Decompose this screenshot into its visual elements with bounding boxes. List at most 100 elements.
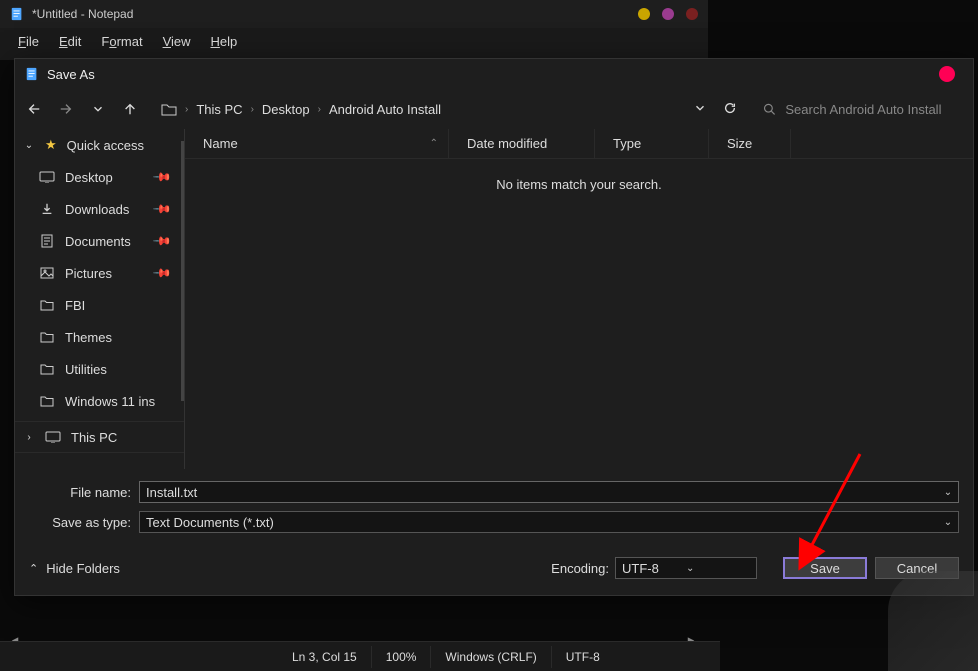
folder-icon <box>39 395 55 407</box>
save-type-value[interactable] <box>140 515 938 530</box>
folder-icon <box>39 331 55 343</box>
sidebar-item-win11[interactable]: Windows 11 ins <box>15 385 184 417</box>
monitor-icon <box>45 431 61 443</box>
refresh-button[interactable] <box>723 101 737 118</box>
star-icon: ★ <box>45 137 57 153</box>
chevron-up-icon: ⌃ <box>29 562 38 575</box>
bc-current-folder[interactable]: Android Auto Install <box>329 102 441 117</box>
back-button[interactable] <box>25 100 43 118</box>
form-area: File name: ⌄ Save as type: ⌄ <box>15 469 973 535</box>
pin-icon: 📌 <box>152 231 172 251</box>
col-size[interactable]: Size <box>709 129 791 158</box>
encoding-select[interactable]: UTF-8 ⌄ <box>615 557 757 579</box>
sidebar-item-documents[interactable]: Documents 📌 <box>15 225 184 257</box>
minimize-button[interactable] <box>638 8 650 20</box>
status-bar: Ln 3, Col 15 100% Windows (CRLF) UTF-8 <box>0 641 720 671</box>
background-decoration <box>888 571 978 671</box>
menu-format[interactable]: Format <box>93 32 150 51</box>
menu-view[interactable]: View <box>155 32 199 51</box>
recent-dropdown[interactable] <box>89 100 107 118</box>
sidebar-item-label: Downloads <box>65 202 129 217</box>
sidebar-item-label: Desktop <box>65 170 113 185</box>
file-name-label: File name: <box>29 485 139 500</box>
sidebar-item-label: Utilities <box>65 362 107 377</box>
notepad-icon <box>25 66 39 82</box>
sidebar: ⌄ ★ Quick access Desktop 📌 Downloads 📌 D… <box>15 129 185 469</box>
save-as-dialog: Save As › This PC › Desktop › Android Au… <box>14 58 974 596</box>
dialog-close-button[interactable] <box>939 66 955 82</box>
sidebar-item-utilities[interactable]: Utilities <box>15 353 184 385</box>
zoom-level: 100% <box>372 646 432 668</box>
sidebar-item-label: Windows 11 ins <box>65 394 155 409</box>
menu-edit[interactable]: Edit <box>51 32 89 51</box>
chevron-down-icon[interactable]: ⌄ <box>938 517 958 528</box>
saveas-title: Save As <box>47 67 939 82</box>
up-button[interactable] <box>121 100 139 118</box>
sidebar-quick-access[interactable]: ⌄ ★ Quick access <box>15 129 184 161</box>
encoding-value: UTF-8 <box>622 561 686 576</box>
menu-help[interactable]: Help <box>203 32 246 51</box>
save-type-label: Save as type: <box>29 515 139 530</box>
sidebar-item-label: Quick access <box>67 138 144 153</box>
col-name[interactable]: Name⌃ <box>185 129 449 158</box>
forward-button[interactable] <box>57 100 75 118</box>
sort-indicator-icon: ⌃ <box>430 138 438 149</box>
button-row: ⌃ Hide Folders Encoding: UTF-8 ⌄ Save Ca… <box>15 539 973 579</box>
saveas-titlebar: Save As <box>15 59 973 89</box>
hide-folders-toggle[interactable]: ⌃ Hide Folders <box>29 561 120 576</box>
chevron-right-icon: › <box>318 104 321 115</box>
chevron-right-icon: › <box>23 432 35 443</box>
chevron-down-icon[interactable]: ⌄ <box>938 487 958 498</box>
notepad-icon <box>10 6 24 22</box>
col-type[interactable]: Type <box>595 129 709 158</box>
sidebar-item-label: Documents <box>65 234 131 249</box>
bc-desktop[interactable]: Desktop <box>262 102 310 117</box>
file-list-header: Name⌃ Date modified Type Size <box>185 129 973 159</box>
maximize-button[interactable] <box>662 8 674 20</box>
notepad-menubar: File Edit Format View Help <box>0 28 708 55</box>
search-box[interactable] <box>753 94 963 124</box>
file-name-input[interactable] <box>140 485 938 500</box>
folder-icon <box>161 102 177 116</box>
empty-message: No items match your search. <box>185 159 973 192</box>
sidebar-item-label: Pictures <box>65 266 112 281</box>
scrollbar[interactable] <box>181 141 184 401</box>
close-button[interactable] <box>686 8 698 20</box>
chevron-down-icon: ⌄ <box>686 563 750 574</box>
search-icon <box>763 102 775 116</box>
chevron-right-icon: › <box>185 104 188 115</box>
bc-this-pc[interactable]: This PC <box>196 102 242 117</box>
download-icon <box>39 202 55 216</box>
sidebar-item-fbi[interactable]: FBI <box>15 289 184 321</box>
line-ending: Windows (CRLF) <box>431 646 551 668</box>
save-button[interactable]: Save <box>783 557 867 579</box>
chevron-down-icon: ⌄ <box>23 140 35 151</box>
sidebar-item-pictures[interactable]: Pictures 📌 <box>15 257 184 289</box>
sidebar-this-pc[interactable]: › This PC <box>15 421 184 453</box>
encoding-status: UTF-8 <box>552 646 614 668</box>
sidebar-item-downloads[interactable]: Downloads 📌 <box>15 193 184 225</box>
folder-icon <box>39 363 55 375</box>
file-name-row: File name: ⌄ <box>29 479 959 505</box>
folder-icon <box>39 299 55 311</box>
sidebar-item-desktop[interactable]: Desktop 📌 <box>15 161 184 193</box>
hide-folders-label: Hide Folders <box>46 561 120 576</box>
window-controls <box>638 8 698 20</box>
file-name-field[interactable]: ⌄ <box>139 481 959 503</box>
content-area: ⌄ ★ Quick access Desktop 📌 Downloads 📌 D… <box>15 129 973 469</box>
search-input[interactable] <box>785 102 953 117</box>
cursor-position: Ln 3, Col 15 <box>278 646 372 668</box>
pin-icon: 📌 <box>152 167 172 187</box>
sidebar-item-themes[interactable]: Themes <box>15 321 184 353</box>
col-date[interactable]: Date modified <box>449 129 595 158</box>
address-dropdown[interactable] <box>693 101 707 118</box>
sidebar-item-label: FBI <box>65 298 85 313</box>
pictures-icon <box>39 267 55 279</box>
document-icon <box>39 234 55 248</box>
file-list: Name⌃ Date modified Type Size No items m… <box>185 129 973 469</box>
save-type-row: Save as type: ⌄ <box>29 509 959 535</box>
breadcrumb[interactable]: › This PC › Desktop › Android Auto Insta… <box>155 102 687 117</box>
save-type-select[interactable]: ⌄ <box>139 511 959 533</box>
menu-file[interactable]: File <box>10 32 47 51</box>
address-controls <box>693 101 737 118</box>
